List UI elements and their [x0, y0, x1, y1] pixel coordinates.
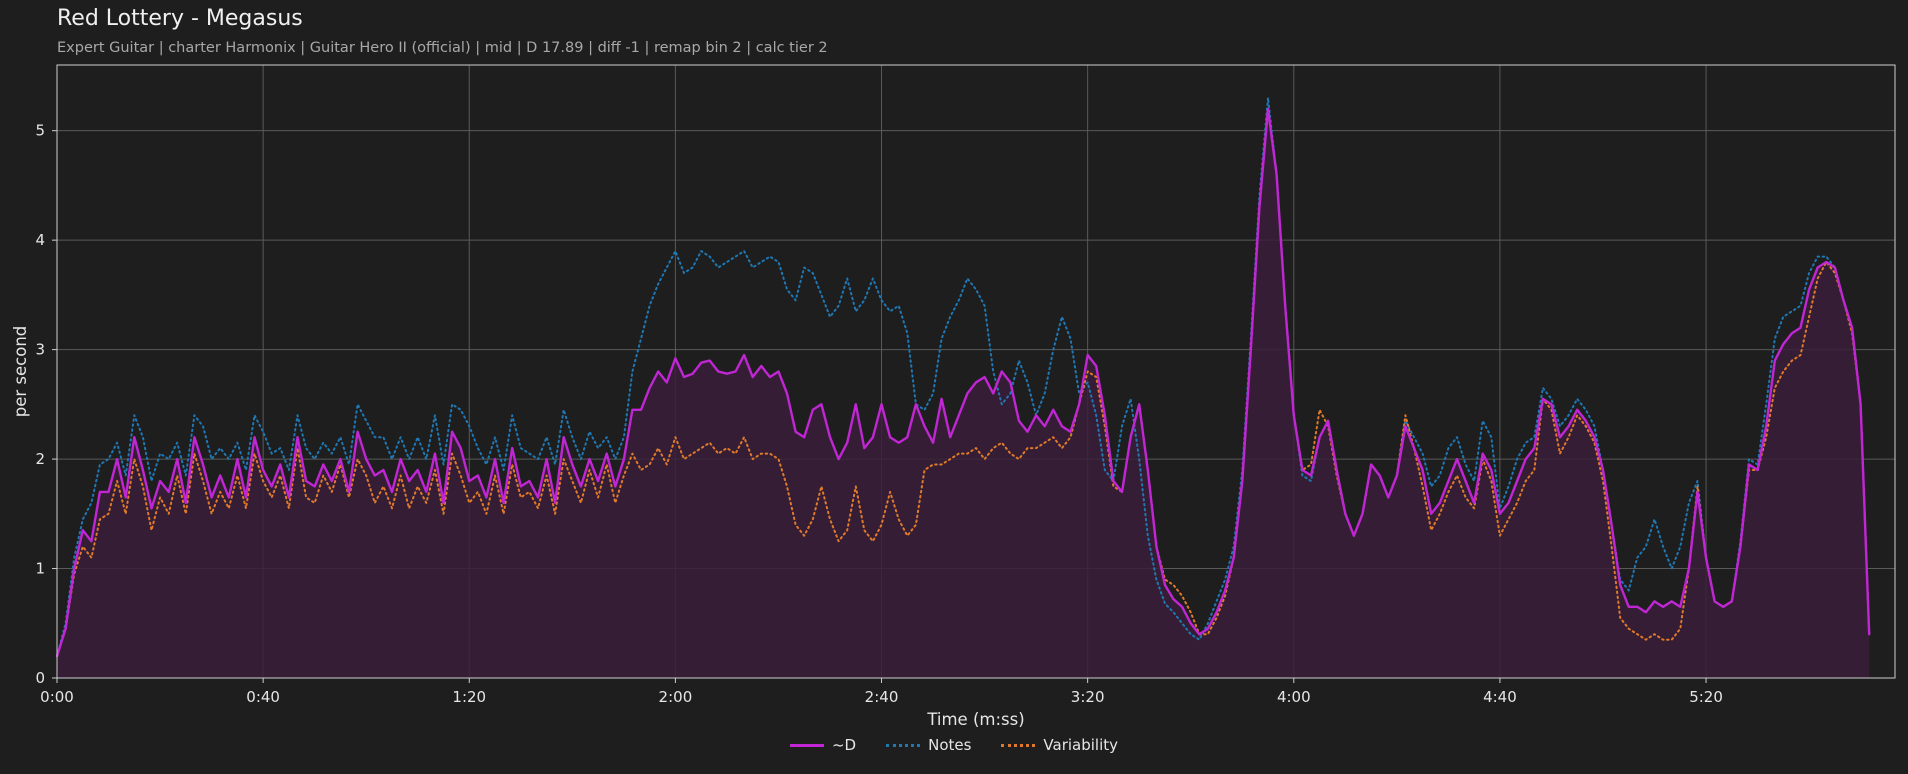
y-tick-label: 5 — [35, 122, 45, 140]
series-fill-d — [57, 108, 1870, 679]
legend-item: Notes — [886, 736, 971, 754]
x-tick-label: 3:20 — [1071, 688, 1105, 706]
line-chart: 0:00 0:40 1:20 2:00 2:40 3:20 4:00 4:40 5:20 0 1 2… — [11, 64, 1896, 729]
y-tick-label: 0 — [35, 669, 45, 687]
series-layer — [55, 96, 1871, 679]
x-tick-label: 0:40 — [246, 688, 280, 706]
legend-label: Notes — [928, 736, 972, 754]
x-tick-label: 0:00 — [40, 688, 74, 706]
y-tick-label: 2 — [35, 450, 45, 468]
y-tick-label: 3 — [35, 341, 45, 359]
x-tick-label: 5:20 — [1689, 688, 1723, 706]
legend-label: Variability — [1043, 736, 1119, 754]
legend-item: ~D — [789, 736, 857, 754]
x-tick-label: 2:00 — [659, 688, 693, 706]
chart-legend: ~D Notes Variability — [0, 736, 1908, 754]
x-tick-label: 2:40 — [865, 688, 899, 706]
y-tick-label: 4 — [35, 231, 45, 249]
x-tick-label: 1:20 — [452, 688, 486, 706]
legend-label: ~D — [831, 736, 857, 754]
legend-swatch — [1001, 743, 1036, 747]
x-tick-label: 4:00 — [1277, 688, 1311, 706]
legend-swatch — [789, 743, 824, 747]
x-tick-label: 4:40 — [1483, 688, 1517, 706]
y-tick-label: 1 — [35, 560, 45, 578]
x-axis-ticks: 0:00 0:40 1:20 2:00 2:40 3:20 4:00 4:40 5:20 — [40, 678, 1723, 706]
legend-swatch — [886, 743, 921, 747]
y-axis-ticks: 0 1 2 3 4 5 — [35, 122, 57, 687]
legend-item: Variability — [1001, 736, 1118, 754]
y-axis-title: per second — [11, 326, 30, 418]
x-axis-title: Time (m:ss) — [926, 710, 1024, 729]
